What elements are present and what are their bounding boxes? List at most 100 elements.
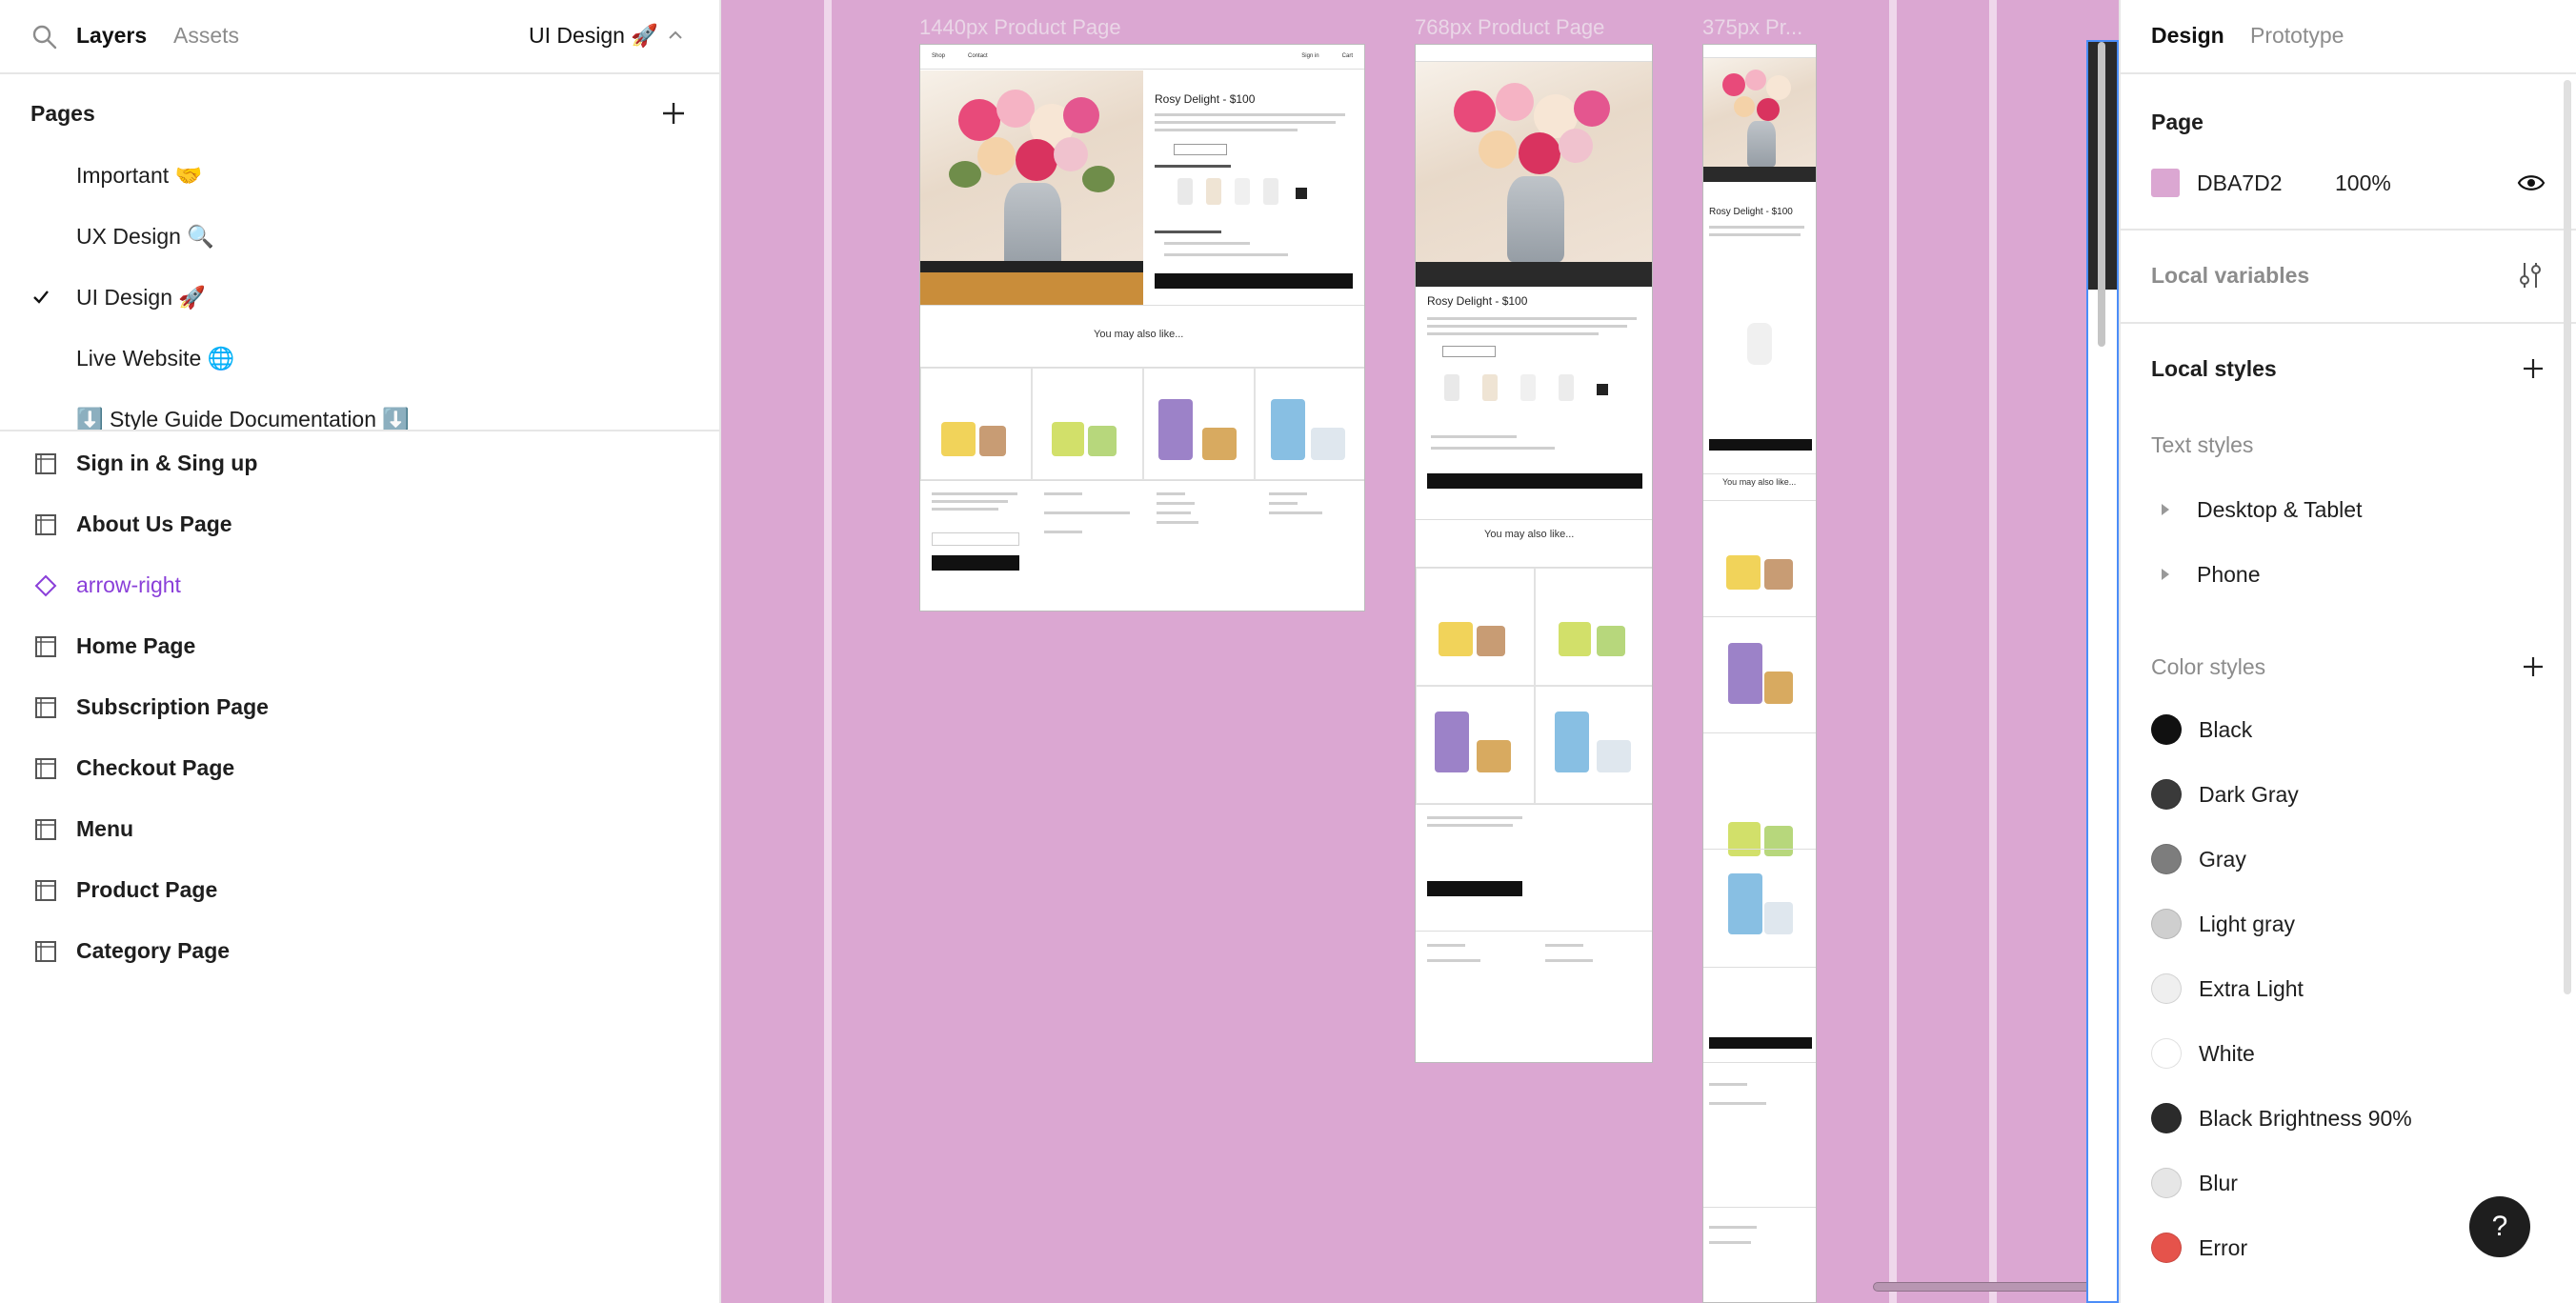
layer-label: Home Page: [76, 633, 196, 658]
mini-nav-item: Cart: [1341, 53, 1353, 59]
page-item-label: UI Design 🚀: [76, 285, 207, 310]
product-hero-image: [920, 70, 1143, 305]
layer-menu[interactable]: Menu: [0, 800, 721, 857]
page-item-label: Important 🤝: [76, 163, 203, 188]
color-swatch: [2151, 909, 2182, 939]
current-page-label: UI Design 🚀: [528, 23, 658, 48]
eye-icon[interactable]: [2517, 171, 2546, 194]
product-title: Rosy Delight - $100: [1709, 207, 1793, 217]
text-styles-title: Text styles: [2151, 432, 2254, 457]
search-icon[interactable]: [30, 23, 59, 51]
frame-icon: [35, 453, 56, 474]
text-style-group-desktop[interactable]: Desktop & Tablet: [2121, 493, 2576, 541]
color-style-dark-gray[interactable]: Dark Gray: [2121, 779, 2576, 832]
local-variables-title[interactable]: Local variables: [2151, 261, 2309, 290]
layer-about-us[interactable]: About Us Page: [0, 495, 721, 552]
page-item-live-website[interactable]: Live Website 🌐: [0, 330, 721, 387]
color-style-label: Black Brightness 90%: [2199, 1106, 2412, 1131]
add-page-icon[interactable]: [659, 99, 688, 128]
pages-section-title: Pages: [30, 101, 95, 126]
text-style-group-label: Desktop & Tablet: [2197, 497, 2363, 522]
current-page-dropdown[interactable]: UI Design 🚀: [529, 21, 683, 50]
color-style-label: Gray: [2199, 847, 2246, 872]
layer-subscription[interactable]: Subscription Page: [0, 678, 721, 735]
layer-label: Menu: [76, 816, 134, 841]
color-style-white[interactable]: White: [2121, 1038, 2576, 1092]
add-color-style-icon[interactable]: [2521, 654, 2546, 679]
color-style-gray[interactable]: Gray: [2121, 844, 2576, 897]
color-styles-title: Color styles: [2151, 654, 2266, 679]
color-style-label: Blur: [2199, 1171, 2238, 1195]
pages-divider[interactable]: [0, 430, 721, 431]
layer-label: Sign in & Sing up: [76, 451, 258, 475]
component-icon: [34, 574, 57, 597]
chevron-up-icon: [669, 30, 682, 39]
layers-panel-header: Layers Assets UI Design 🚀: [0, 0, 721, 74]
tab-assets[interactable]: Assets: [173, 21, 239, 50]
mini-nav-item: Sign in: [1301, 53, 1319, 59]
product-hero-image: [1416, 62, 1652, 287]
color-swatch: [2151, 1103, 2182, 1133]
caret-right-icon: [2162, 569, 2169, 580]
color-swatch: [2151, 973, 2182, 1004]
local-styles-title: Local styles: [2151, 356, 2277, 381]
color-style-black-brightness[interactable]: Black Brightness 90%: [2121, 1103, 2576, 1156]
page-color-opacity-input[interactable]: 100%: [2335, 169, 2391, 197]
panel-scrollbar[interactable]: [2564, 80, 2571, 994]
frame-icon: [35, 758, 56, 779]
section-divider: [2121, 322, 2576, 324]
color-style-label: White: [2199, 1041, 2255, 1066]
tab-layers[interactable]: Layers: [76, 21, 147, 50]
tab-prototype[interactable]: Prototype: [2250, 21, 2344, 50]
page-item-ui-design[interactable]: UI Design 🚀: [0, 269, 721, 326]
text-style-group-label: Phone: [2197, 562, 2261, 587]
layer-label: Subscription Page: [76, 694, 269, 719]
frame-product-1440[interactable]: Shop Contact Sign in Cart Rosy Delight -…: [919, 44, 1365, 611]
page-item-ux-design[interactable]: UX Design 🔍: [0, 208, 721, 265]
mini-nav-item: Shop: [932, 53, 946, 59]
frame-icon: [35, 880, 56, 901]
page-item-important[interactable]: Important 🤝: [0, 147, 721, 204]
tab-design[interactable]: Design: [2151, 21, 2224, 50]
color-style-light-gray[interactable]: Light gray: [2121, 909, 2576, 962]
text-style-group-phone[interactable]: Phone: [2121, 558, 2576, 606]
page-section-title: Page: [2151, 110, 2204, 134]
page-color-swatch[interactable]: [2151, 169, 2180, 197]
color-swatch: [2151, 779, 2182, 810]
frame-icon: [35, 514, 56, 535]
help-button[interactable]: ?: [2469, 1196, 2530, 1257]
layer-label: Checkout Page: [76, 755, 235, 780]
section-divider: [2121, 229, 2576, 231]
design-canvas[interactable]: 1440px Product Page Shop Contact Sign in…: [721, 0, 2119, 1303]
layer-checkout[interactable]: Checkout Page: [0, 739, 721, 796]
frame-product-375[interactable]: Rosy Delight - $100 You may also like...: [1702, 44, 1817, 1303]
frame-icon: [35, 819, 56, 840]
frame-label-1440[interactable]: 1440px Product Page: [919, 15, 1121, 40]
color-style-label: Extra Light: [2199, 976, 2304, 1001]
layer-category[interactable]: Category Page: [0, 922, 721, 979]
layer-product[interactable]: Product Page: [0, 861, 721, 918]
selected-frame-edge[interactable]: [2086, 40, 2119, 1303]
page-item-label: UX Design 🔍: [76, 224, 214, 249]
frame-icon: [35, 697, 56, 718]
frame-label-768[interactable]: 768px Product Page: [1415, 15, 1604, 40]
frame-icon: [35, 636, 56, 657]
you-may-also-like-heading: You may also like...: [1722, 477, 1797, 487]
layer-home[interactable]: Home Page: [0, 617, 721, 674]
design-panel: Design Prototype Page DBA7D2 100% Local …: [2119, 0, 2576, 1303]
frame-label-375[interactable]: 375px Pr...: [1702, 15, 1802, 40]
design-panel-header: Design Prototype: [2121, 0, 2576, 74]
canvas-horizontal-scrollbar[interactable]: [1873, 1282, 2117, 1292]
frame-icon: [35, 941, 56, 962]
page-color-hex-input[interactable]: DBA7D2: [2197, 169, 2282, 197]
layer-arrow-right[interactable]: arrow-right: [0, 556, 721, 613]
add-style-icon[interactable]: [2521, 356, 2546, 381]
you-may-also-like-heading: You may also like...: [1484, 529, 1575, 540]
frame-product-768[interactable]: Rosy Delight - $100 You may also like...: [1415, 44, 1653, 1063]
layer-sign-in[interactable]: Sign in & Sing up: [0, 434, 721, 491]
variables-settings-icon[interactable]: [2517, 261, 2544, 290]
you-may-also-like-heading: You may also like...: [1094, 329, 1184, 340]
color-style-extra-light[interactable]: Extra Light: [2121, 973, 2576, 1027]
color-style-black[interactable]: Black: [2121, 714, 2576, 768]
color-swatch: [2151, 714, 2182, 745]
